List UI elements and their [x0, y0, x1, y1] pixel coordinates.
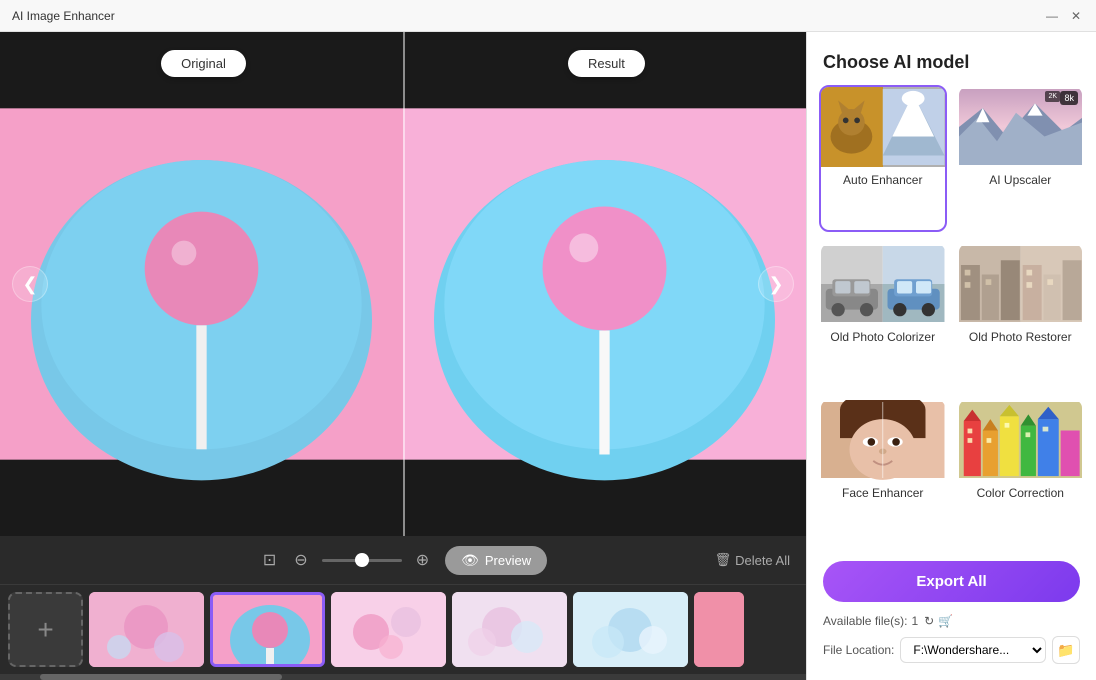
- thumbnail-2[interactable]: [210, 592, 325, 667]
- right-panel-footer: Export All Available file(s): 1 ↻ 🛒 File…: [807, 545, 1096, 680]
- image-half-result: [403, 32, 806, 536]
- model-card-face-enhancer[interactable]: Face Enhancer: [819, 398, 947, 545]
- model-card-old-photo-colorizer[interactable]: Old Photo Colorizer: [819, 242, 947, 389]
- thumbnail-partial[interactable]: [694, 592, 744, 667]
- right-panel-header: Choose AI model: [807, 32, 1096, 85]
- zoom-in-icon[interactable]: ⊕: [412, 546, 433, 574]
- file-location-label: File Location:: [823, 643, 894, 657]
- model-card-ai-upscaler[interactable]: 8k 2K AI Upscaler: [957, 85, 1085, 232]
- nav-arrow-right[interactable]: ❯: [758, 266, 794, 302]
- left-panel: Original Result ❮: [0, 32, 806, 680]
- zoom-out-icon[interactable]: ⊖: [290, 546, 311, 574]
- toolbar: ⊡ ⊖ ⊕ 👁 Preview 🗑 Delete All: [0, 536, 806, 584]
- thumbnail-1[interactable]: [89, 592, 204, 667]
- thumbnail-5[interactable]: [573, 592, 688, 667]
- app-title: AI Image Enhancer: [12, 9, 115, 23]
- model-label-ai-upscaler: AI Upscaler: [959, 167, 1083, 193]
- model-card-color-correction[interactable]: Color Correction: [957, 398, 1085, 545]
- thumbnail-strip: +: [0, 584, 806, 674]
- close-button[interactable]: ✕: [1068, 8, 1084, 24]
- eye-icon: 👁: [461, 552, 479, 569]
- model-image-ai-upscaler: 8k 2K: [959, 87, 1083, 167]
- model-card-auto-enhancer[interactable]: Auto Enhancer: [819, 85, 947, 232]
- model-grid: Auto Enhancer: [807, 85, 1096, 545]
- split-image: [0, 32, 806, 536]
- image-viewer: Original Result ❮: [0, 32, 806, 536]
- model-section-title: Choose AI model: [823, 52, 1080, 73]
- model-label-old-photo-colorizer: Old Photo Colorizer: [821, 324, 945, 350]
- upscaler-quality-badge: 2K: [1045, 91, 1060, 102]
- crop-icon[interactable]: ⊡: [259, 546, 280, 574]
- model-label-face-enhancer: Face Enhancer: [821, 480, 945, 506]
- model-image-auto-enhancer: [821, 87, 945, 167]
- thumbnail-3[interactable]: [331, 592, 446, 667]
- model-label-color-correction: Color Correction: [959, 480, 1083, 506]
- scrollbar-thumb: [40, 674, 282, 680]
- model-image-face-enhancer: [821, 400, 945, 480]
- refresh-icon[interactable]: ↻: [924, 614, 934, 628]
- nav-arrow-left[interactable]: ❮: [12, 266, 48, 302]
- scrollbar[interactable]: [0, 674, 806, 680]
- model-image-old-photo-colorizer: [821, 244, 945, 324]
- available-files-count: 1: [911, 614, 918, 628]
- delete-all-button[interactable]: 🗑 Delete All: [715, 552, 790, 568]
- zoom-slider[interactable]: [322, 559, 402, 562]
- toolbar-left: ⊡ ⊖ ⊕: [259, 546, 433, 574]
- file-info-row: Available file(s): 1 ↻ 🛒: [823, 614, 1080, 628]
- preview-button[interactable]: 👁 Preview: [445, 546, 547, 575]
- upscaler-badge: 8k: [1060, 91, 1078, 105]
- available-files-label: Available file(s):: [823, 614, 907, 628]
- model-label-old-photo-restorer: Old Photo Restorer: [959, 324, 1083, 350]
- model-image-old-photo-restorer: [959, 244, 1083, 324]
- add-image-button[interactable]: +: [8, 592, 83, 667]
- image-half-original: [0, 32, 403, 536]
- model-image-color-correction: [959, 400, 1083, 480]
- file-location-row: File Location: F:\Wondershare... 📁: [823, 636, 1080, 664]
- main-content: Original Result ❮: [0, 32, 1096, 680]
- file-location-select[interactable]: F:\Wondershare...: [900, 637, 1046, 663]
- thumbnail-4[interactable]: [452, 592, 567, 667]
- model-card-old-photo-restorer[interactable]: Old Photo Restorer: [957, 242, 1085, 389]
- title-bar: AI Image Enhancer — ✕: [0, 0, 1096, 32]
- minimize-button[interactable]: —: [1044, 8, 1060, 24]
- browse-folder-button[interactable]: 📁: [1052, 636, 1080, 664]
- trash-icon: 🗑: [715, 552, 732, 568]
- folder-icon: 📁: [1057, 642, 1074, 659]
- image-display: ❮: [0, 32, 806, 536]
- model-label-auto-enhancer: Auto Enhancer: [821, 167, 945, 193]
- window-controls: — ✕: [1044, 8, 1084, 24]
- cart-icon[interactable]: 🛒: [938, 614, 953, 628]
- right-panel: Choose AI model: [806, 32, 1096, 680]
- export-all-button[interactable]: Export All: [823, 561, 1080, 602]
